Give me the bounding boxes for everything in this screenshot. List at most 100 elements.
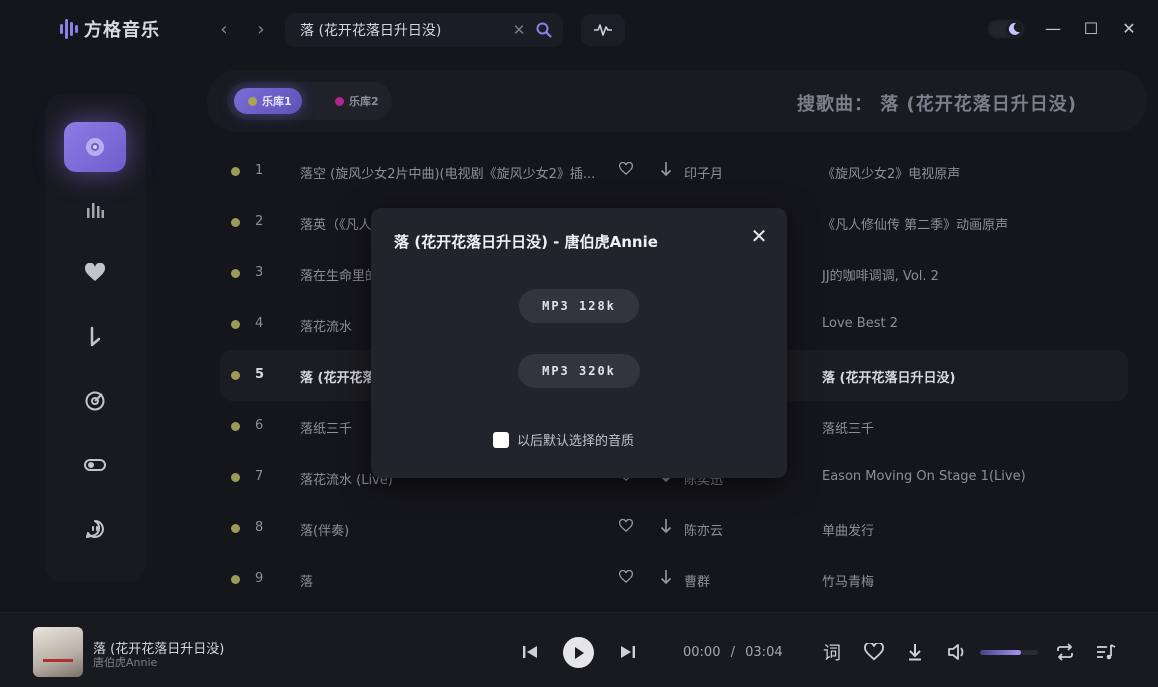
now-playing-artist: 唐伯虎Annie bbox=[93, 656, 158, 669]
search-input[interactable]: 落 (花开花落日升日没) bbox=[300, 20, 511, 40]
song-number: 8 bbox=[255, 520, 264, 535]
song-number: 7 bbox=[255, 469, 264, 484]
download-icon[interactable] bbox=[906, 642, 924, 662]
library-1-label: 乐库1 bbox=[262, 95, 292, 108]
song-row[interactable]: 1 落空 (旋风少女2片中曲)(电视剧《旋风少女2》插... 印子月 《旋风少女2》电… bbox=[220, 146, 1128, 197]
song-album[interactable]: 《旋风少女2》电视原声 bbox=[822, 163, 960, 182]
sidebar-item-charts[interactable] bbox=[64, 185, 126, 235]
remember-quality-option[interactable]: 以后默认选择的音质 bbox=[493, 430, 634, 449]
song-album[interactable]: 单曲发行 bbox=[822, 520, 874, 539]
clear-search-icon[interactable]: ✕ bbox=[511, 21, 527, 39]
song-album[interactable]: 《凡人修仙传 第二季》动画原声 bbox=[822, 214, 1008, 233]
back-arrow-icon[interactable]: ‹ bbox=[214, 20, 234, 40]
song-number: 4 bbox=[255, 316, 264, 331]
song-row[interactable]: 9 落 曹群 竹马青梅 bbox=[220, 554, 1128, 605]
previous-icon[interactable] bbox=[521, 643, 539, 661]
sidebar-item-radar[interactable] bbox=[64, 376, 126, 426]
quality-dialog: 落 (花开花落日升日没) - 唐伯虎Annie ✕ MP3 128k MP3 3… bbox=[371, 208, 787, 478]
playlist-icon[interactable] bbox=[1096, 642, 1116, 662]
minimize-icon[interactable]: — bbox=[1042, 18, 1064, 40]
song-number: 2 bbox=[255, 214, 264, 229]
song-album[interactable]: Eason Moving On Stage 1(Live) bbox=[822, 469, 1026, 484]
library-2-label: 乐库2 bbox=[349, 95, 379, 108]
play-button[interactable] bbox=[563, 637, 594, 668]
song-dot bbox=[231, 218, 240, 227]
repeat-icon[interactable] bbox=[1055, 642, 1075, 662]
lyrics-button[interactable]: 词 bbox=[821, 641, 843, 664]
like-song-icon[interactable] bbox=[619, 570, 633, 584]
like-song-icon[interactable] bbox=[619, 162, 633, 176]
like-song-icon[interactable] bbox=[619, 519, 633, 533]
download-song-icon[interactable] bbox=[660, 569, 672, 585]
page-title: 搜歌曲： 落 (花开花落日升日没) bbox=[797, 94, 1077, 115]
song-title[interactable]: 落空 (旋风少女2片中曲)(电视剧《旋风少女2》插... bbox=[300, 163, 600, 182]
song-dot bbox=[231, 575, 240, 584]
song-number: 5 bbox=[255, 367, 265, 382]
dialog-title: 落 (花开花落日升日没) - 唐伯虎Annie bbox=[394, 233, 658, 251]
library-1-dot bbox=[248, 96, 257, 106]
maximize-icon[interactable]: ☐ bbox=[1080, 18, 1102, 40]
play-icon bbox=[574, 646, 584, 659]
close-window-icon[interactable]: ✕ bbox=[1118, 18, 1140, 40]
song-number: 3 bbox=[255, 265, 264, 280]
current-time: 00:00 bbox=[683, 645, 721, 660]
song-artist[interactable]: 印子月 bbox=[684, 163, 723, 182]
radar-icon bbox=[85, 391, 105, 411]
library-switcher: 乐库1 乐库2 bbox=[227, 82, 392, 120]
volume-level bbox=[980, 650, 1021, 655]
time-display: 00:00 / 03:04 bbox=[683, 645, 783, 660]
search-bar[interactable]: 落 (花开花落日升日没) ✕ bbox=[285, 13, 563, 47]
song-title[interactable]: 落 bbox=[300, 571, 600, 590]
app-logo: 方格音乐 bbox=[60, 16, 160, 42]
sidebar-item-downloads[interactable] bbox=[64, 312, 126, 362]
sidebar-item-favorites[interactable] bbox=[64, 248, 126, 298]
sidebar-item-settings[interactable] bbox=[64, 440, 126, 490]
mp3-128k-button[interactable]: MP3 128k bbox=[519, 289, 639, 323]
like-icon[interactable] bbox=[863, 642, 885, 662]
song-row[interactable]: 8 落(伴奏) 陈亦云 单曲发行 bbox=[220, 503, 1128, 554]
remember-label: 以后默认选择的音质 bbox=[517, 434, 635, 449]
sound-recognition-button[interactable] bbox=[581, 14, 625, 46]
album-cover[interactable] bbox=[33, 627, 83, 677]
mp3-320k-button[interactable]: MP3 320k bbox=[518, 354, 640, 388]
close-icon[interactable]: ✕ bbox=[749, 226, 769, 246]
sidebar bbox=[45, 94, 146, 582]
sidebar-item-feedback[interactable] bbox=[64, 504, 126, 554]
sidebar-item-discover[interactable] bbox=[64, 122, 126, 172]
song-title[interactable]: 落(伴奏) bbox=[300, 520, 600, 539]
tab-library-2[interactable]: 乐库2 bbox=[321, 88, 389, 114]
heart-icon bbox=[84, 263, 106, 281]
player-bar: 落 (花开花落日升日没) 唐伯虎Annie 00:00 / 03:04 词 bbox=[0, 612, 1158, 687]
song-dot bbox=[231, 320, 240, 329]
song-dot bbox=[231, 167, 240, 176]
song-album[interactable]: 落纸三千 bbox=[822, 418, 874, 437]
next-icon[interactable] bbox=[619, 643, 637, 661]
song-album[interactable]: 竹马青梅 bbox=[822, 571, 874, 590]
song-album[interactable]: Love Best 2 bbox=[822, 316, 898, 331]
song-album[interactable]: JJ的咖啡调调, Vol. 2 bbox=[822, 265, 939, 284]
theme-toggle[interactable] bbox=[986, 18, 1026, 40]
tab-library-1[interactable]: 乐库1 bbox=[234, 88, 302, 114]
song-number: 1 bbox=[255, 163, 264, 178]
volume-icon[interactable] bbox=[947, 642, 967, 662]
volume-slider[interactable] bbox=[980, 650, 1038, 655]
library-2-dot bbox=[335, 96, 344, 106]
logo-icon bbox=[60, 18, 78, 40]
song-artist[interactable]: 陈亦云 bbox=[684, 520, 723, 539]
song-album[interactable]: 落 (花开花落日升日没) bbox=[822, 367, 955, 386]
download-song-icon[interactable] bbox=[660, 518, 672, 534]
waveform-icon bbox=[594, 24, 612, 36]
song-dot bbox=[231, 269, 240, 278]
song-dot bbox=[231, 371, 240, 380]
search-icon[interactable] bbox=[535, 21, 553, 39]
moon-icon bbox=[1006, 21, 1022, 37]
app-window: 方格音乐 ‹ › 落 (花开花落日升日没) ✕ — ☐ ✕ 乐库1 乐库2 搜歌… bbox=[0, 0, 1158, 687]
content-header: 乐库1 乐库2 搜歌曲： 落 (花开花落日升日没) bbox=[207, 70, 1147, 132]
app-name: 方格音乐 bbox=[84, 20, 160, 41]
song-artist[interactable]: 曹群 bbox=[684, 571, 710, 590]
forward-arrow-icon[interactable]: › bbox=[251, 20, 271, 40]
song-dot bbox=[231, 422, 240, 431]
download-song-icon[interactable] bbox=[660, 161, 672, 177]
chart-bars-icon bbox=[87, 203, 104, 218]
remember-checkbox[interactable] bbox=[493, 431, 509, 448]
